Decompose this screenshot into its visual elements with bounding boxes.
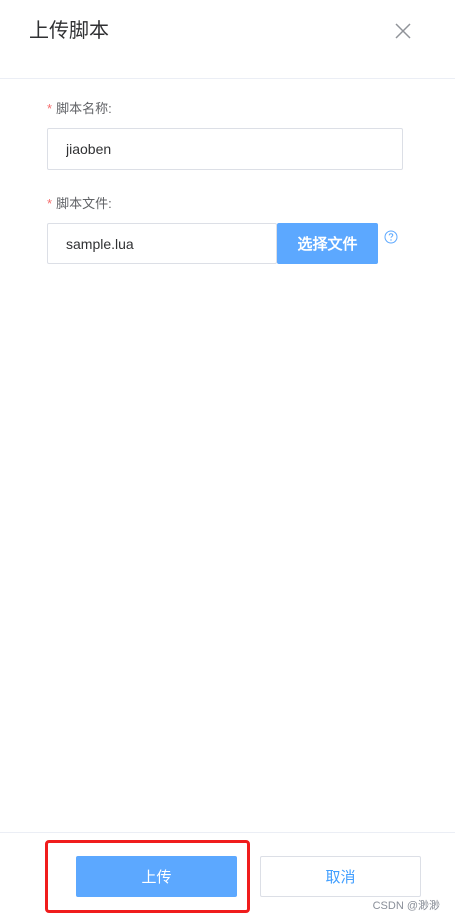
script-name-label-text: 脚本名称: xyxy=(56,101,112,116)
choose-file-button[interactable]: 选择文件 xyxy=(277,223,378,264)
required-mark: * xyxy=(47,101,53,116)
question-circle-icon xyxy=(384,230,398,244)
dialog-header: 上传脚本 xyxy=(0,0,455,79)
required-mark: * xyxy=(47,196,53,211)
close-button[interactable] xyxy=(392,20,414,42)
script-file-label-text: 脚本文件: xyxy=(56,196,112,211)
upload-button[interactable]: 上传 xyxy=(76,856,237,897)
script-name-input[interactable] xyxy=(47,128,403,170)
script-name-label: * 脚本名称: xyxy=(47,100,112,118)
dialog-title: 上传脚本 xyxy=(29,20,109,42)
cancel-button[interactable]: 取消 xyxy=(260,856,421,897)
help-button[interactable] xyxy=(384,230,398,244)
close-icon xyxy=(395,23,411,39)
script-file-label: * 脚本文件: xyxy=(47,195,112,213)
watermark: CSDN @渺渺 xyxy=(372,900,440,912)
script-file-input[interactable] xyxy=(47,223,277,264)
